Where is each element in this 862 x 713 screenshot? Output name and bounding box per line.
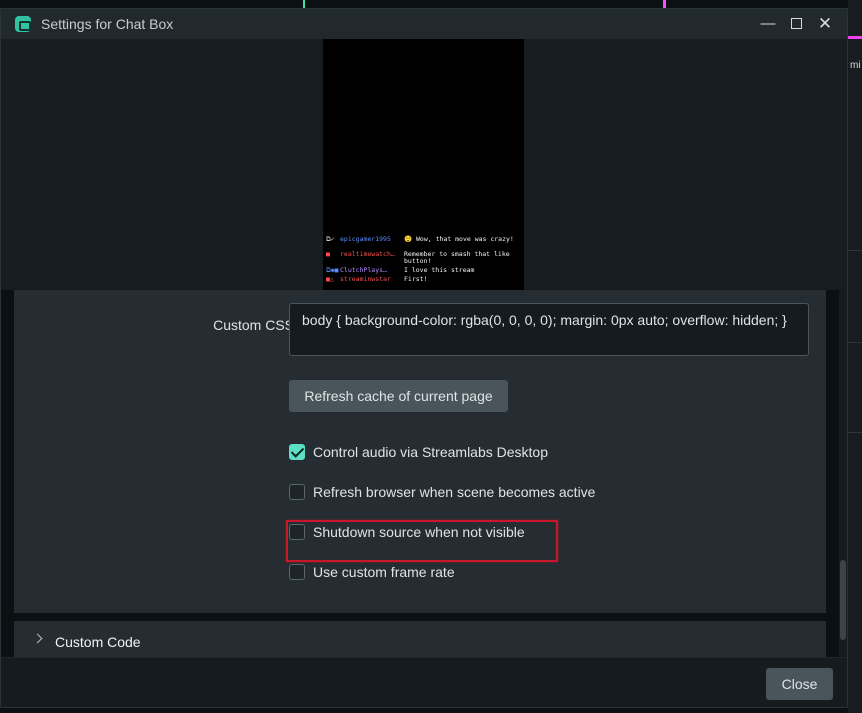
chevron-right-icon — [32, 633, 43, 644]
chat-badges: ⧉◆■ — [326, 266, 339, 274]
refresh-browser-checkbox[interactable] — [289, 484, 305, 500]
background-divider — [848, 250, 862, 251]
custom-frame-rate-label: Use custom frame rate — [313, 564, 455, 580]
scrollbar-track[interactable] — [839, 290, 847, 657]
chat-text: I love this stream — [404, 266, 475, 274]
control-audio-checkbox-row[interactable]: Control audio via Streamlabs Desktop — [289, 442, 548, 462]
chat-message: ⧉✓ epicgamer1995 😲 Wow, that move was cr… — [326, 236, 522, 243]
source-preview-area: ⧉✓ epicgamer1995 😲 Wow, that move was cr… — [1, 39, 847, 290]
minimize-button[interactable]: — — [757, 13, 779, 35]
minimize-icon: — — [760, 15, 776, 32]
refresh-browser-label: Refresh browser when scene becomes activ… — [313, 484, 596, 500]
chat-badges: ⧉✓ — [326, 235, 335, 243]
custom-code-title: Custom Code — [55, 634, 141, 650]
custom-code-section-header[interactable]: Custom Code — [14, 621, 826, 657]
custom-css-input[interactable]: body { background-color: rgba(0, 0, 0, 0… — [289, 303, 809, 356]
chat-username: streaminwstar — [340, 276, 391, 283]
window-close-button[interactable]: ✕ — [814, 13, 836, 35]
maximize-icon — [790, 17, 802, 29]
streamlabs-app-icon — [15, 16, 31, 32]
refresh-cache-button[interactable]: Refresh cache of current page — [289, 380, 508, 412]
background-divider — [848, 432, 862, 433]
chat-username: ClutchPlays… — [340, 267, 387, 274]
maximize-button[interactable] — [785, 13, 807, 35]
control-audio-checkbox[interactable] — [289, 444, 305, 460]
close-button[interactable]: Close — [766, 668, 833, 700]
chat-message: ■△ streaminwstar First! — [326, 276, 522, 283]
settings-window: Settings for Chat Box — ✕ ⧉✓ epicgamer19… — [0, 8, 848, 708]
control-audio-label: Control audio via Streamlabs Desktop — [313, 444, 549, 460]
settings-scroll-area[interactable]: Custom CSS body { background-color: rgba… — [1, 290, 847, 657]
chat-message: ■ realtimewatch… Remember to smash that … — [326, 251, 522, 265]
chat-username: epicgamer1995 — [340, 236, 391, 243]
chat-badges: ■△ — [326, 275, 334, 283]
chat-box-preview: ⧉✓ epicgamer1995 😲 Wow, that move was cr… — [323, 39, 524, 290]
refresh-browser-checkbox-row[interactable]: Refresh browser when scene becomes activ… — [289, 482, 595, 502]
chat-text: First! — [404, 275, 428, 283]
custom-css-label: Custom CSS — [213, 317, 294, 333]
chat-message: ⧉◆■ ClutchPlays… I love this stream — [326, 267, 522, 274]
background-edge-text: mi — [850, 60, 861, 71]
close-icon: ✕ — [817, 14, 833, 33]
background-pink-bar — [848, 36, 862, 39]
chat-text: 😲 Wow, that move was crazy! — [404, 235, 514, 243]
custom-frame-rate-checkbox-row[interactable]: Use custom frame rate — [289, 562, 455, 582]
background-divider — [848, 342, 862, 343]
browser-source-settings-panel: Custom CSS body { background-color: rgba… — [14, 290, 826, 613]
highlight-box — [286, 520, 558, 562]
window-title: Settings for Chat Box — [41, 16, 174, 32]
chat-badges: ■ — [326, 250, 330, 258]
custom-frame-rate-checkbox[interactable] — [289, 564, 305, 580]
title-bar[interactable]: Settings for Chat Box — ✕ — [1, 9, 847, 39]
scrollbar-thumb[interactable] — [840, 560, 846, 640]
background-app-edge: mi — [848, 0, 862, 713]
footer-bar: Close — [1, 657, 847, 707]
chat-text: Remember to smash that like button! — [404, 250, 514, 265]
chat-username: realtimewatch… — [340, 251, 395, 258]
